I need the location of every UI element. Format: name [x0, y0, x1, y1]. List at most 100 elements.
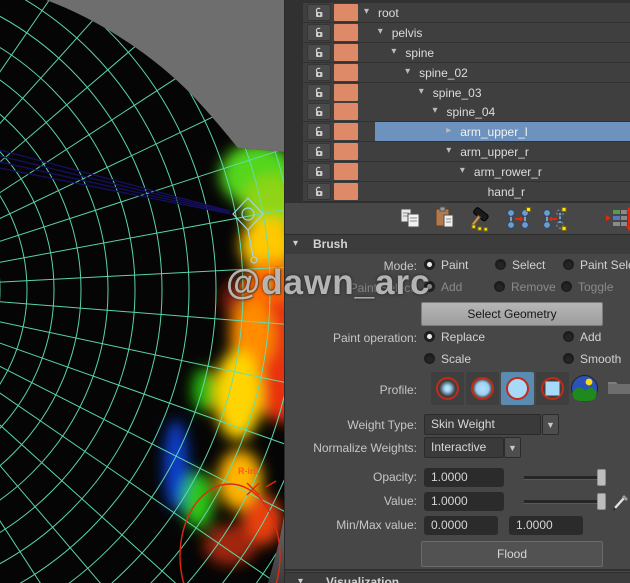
expanded-arrow-icon[interactable]: ▾ — [364, 6, 369, 17]
tree-label: arm_upper_l — [460, 125, 527, 139]
paint-operation-radio-scale[interactable] — [424, 353, 435, 364]
tree-row-spine_03[interactable]: ▾spine_03 — [303, 83, 630, 102]
flood-button[interactable]: Flood — [421, 541, 603, 567]
paint-skin-weights-window: R-int @dawn_arc ▾root▾pelvis▾spine▾spine… — [0, 0, 630, 583]
expanded-arrow-icon[interactable]: ▾ — [405, 66, 410, 77]
expanded-arrow-icon[interactable]: ▾ — [419, 86, 424, 97]
tree-row-arm_upper_l[interactable]: ▸ arm_upper_l — [303, 122, 630, 141]
eyedropper-icon[interactable] — [612, 492, 630, 512]
visualization-section-header[interactable]: ▾ Visualization — [285, 572, 630, 583]
mode-radio-select[interactable] — [495, 259, 506, 270]
profile-tile-image-brush-icon[interactable] — [570, 374, 599, 407]
joint-color-swatch[interactable] — [334, 103, 358, 120]
select-geometry-button[interactable]: Select Geometry — [421, 302, 603, 326]
tree-label: arm_upper_r — [460, 145, 529, 159]
collapse-triangle-icon[interactable]: ▾ — [293, 238, 298, 249]
tree-label: spine_02 — [419, 66, 468, 80]
mode-radio-label: Paint — [441, 258, 468, 272]
lock-icon[interactable] — [307, 163, 331, 180]
mode-label: Mode: — [384, 259, 417, 273]
opacity-slider[interactable] — [524, 476, 605, 480]
expanded-arrow-icon[interactable]: ▾ — [460, 165, 465, 176]
tree-row-arm_upper_r[interactable]: ▾ arm_upper_r — [303, 142, 630, 161]
lock-icon[interactable] — [307, 103, 331, 120]
tree-row-hand_r[interactable]: hand_r — [303, 182, 630, 201]
joint-color-swatch[interactable] — [334, 84, 358, 101]
opacity-field[interactable]: 1.0000 — [424, 468, 504, 487]
profile-tile-soft-brush-icon[interactable] — [466, 372, 499, 405]
brush-section-title: Brush — [313, 237, 348, 251]
move-weights-right-icon[interactable] — [505, 206, 531, 232]
expanded-arrow-icon[interactable]: ▾ — [391, 46, 396, 57]
paint-operation-radio-add[interactable] — [563, 331, 574, 342]
profile-tile-browse-brush-folder-icon[interactable] — [607, 378, 630, 411]
mode-radio-label: Select — [512, 258, 545, 272]
profile-tile-gaussian-brush-icon[interactable] — [431, 372, 464, 405]
min-value-field[interactable]: 0.0000 — [424, 516, 498, 535]
normalize-weights-dropdown-arrow-icon[interactable]: ▼ — [504, 437, 521, 458]
expanded-arrow-icon[interactable]: ▾ — [446, 145, 451, 156]
opacity-slider-handle[interactable] — [597, 469, 606, 486]
joint-color-swatch[interactable] — [334, 4, 358, 21]
normalize-weights-dropdown[interactable]: Interactive — [424, 437, 504, 458]
value-field[interactable]: 1.0000 — [424, 492, 504, 511]
tree-label: pelvis — [392, 26, 423, 40]
mode-radio-paint[interactable] — [424, 259, 435, 270]
tree-row-spine_02[interactable]: ▾ spine_02 — [303, 63, 630, 82]
lock-icon[interactable] — [307, 4, 331, 21]
paint-select-radio-label: Add — [441, 280, 462, 294]
tree-row-spine_04[interactable]: ▾spine_04 — [303, 102, 630, 121]
value-slider[interactable] — [524, 500, 605, 504]
profile-tile-square-brush-icon[interactable] — [536, 372, 569, 405]
weights-toolbar — [285, 203, 630, 234]
section-divider — [285, 569, 630, 571]
tree-row-spine[interactable]: ▾spine — [303, 43, 630, 62]
tree-label: root — [378, 6, 399, 20]
mode-radio-paint-select[interactable] — [563, 259, 574, 270]
hammer-weights-icon[interactable] — [468, 206, 494, 232]
joint-color-swatch[interactable] — [334, 163, 358, 180]
lock-icon[interactable] — [307, 123, 331, 140]
expanded-arrow-icon[interactable]: ▾ — [433, 105, 438, 116]
brush-section-header[interactable]: ▾ Brush — [285, 234, 630, 254]
tree-row-pelvis[interactable]: ▾ pelvis — [303, 23, 630, 42]
weight-type-dropdown[interactable]: Skin Weight — [424, 414, 541, 435]
lock-icon[interactable] — [307, 84, 331, 101]
paint-operation-radio-smooth[interactable] — [563, 353, 574, 364]
profile-label: Profile: — [380, 383, 417, 397]
paint-select-label: Paint Select: — [350, 281, 417, 295]
joint-color-swatch[interactable] — [334, 44, 358, 61]
lock-icon[interactable] — [307, 143, 331, 160]
paint-operation-radio-replace[interactable] — [424, 331, 435, 342]
paint-select-radio-label: Remove — [511, 280, 556, 294]
collapsed-arrow-icon[interactable]: ▸ — [446, 125, 451, 136]
joint-color-swatch[interactable] — [334, 24, 358, 41]
joint-color-swatch[interactable] — [334, 123, 358, 140]
paste-weights-icon[interactable] — [433, 206, 459, 232]
tree-row-arm_rower_r[interactable]: ▾arm_rower_r — [303, 162, 630, 181]
tree-row-root[interactable]: ▾ root — [303, 3, 630, 22]
brush-radius-label: R-int — [238, 466, 259, 476]
profile-tile-solid-brush-icon[interactable] — [501, 372, 534, 405]
weight-type-dropdown-arrow-icon[interactable]: ▼ — [542, 414, 559, 435]
joint-color-swatch[interactable] — [334, 64, 358, 81]
copy-weights-icon[interactable] — [399, 206, 425, 232]
viewport-3d[interactable]: R-int — [0, 0, 284, 583]
lock-icon[interactable] — [307, 24, 331, 41]
lock-icon[interactable] — [307, 44, 331, 61]
paint-operation-radio-label: Scale — [441, 352, 471, 366]
move-weights-left-icon[interactable] — [541, 206, 567, 232]
value-label: Value: — [384, 494, 417, 508]
max-value-field[interactable]: 1.0000 — [509, 516, 583, 535]
tool-settings-panel: ▾root▾pelvis▾spine▾spine_02▾spine_03▾spi… — [284, 0, 630, 583]
joint-color-swatch[interactable] — [334, 183, 358, 200]
collapse-triangle-icon[interactable]: ▾ — [298, 576, 303, 583]
lock-icon[interactable] — [307, 183, 331, 200]
lock-icon[interactable] — [307, 64, 331, 81]
value-slider-handle[interactable] — [597, 493, 606, 510]
expanded-arrow-icon[interactable]: ▾ — [378, 26, 383, 37]
mode-radio-label: Paint Select — [580, 258, 630, 272]
clipped-red-icon[interactable] — [626, 206, 630, 232]
joint-color-swatch[interactable] — [334, 143, 358, 160]
visualization-section-title: Visualization — [326, 575, 399, 583]
